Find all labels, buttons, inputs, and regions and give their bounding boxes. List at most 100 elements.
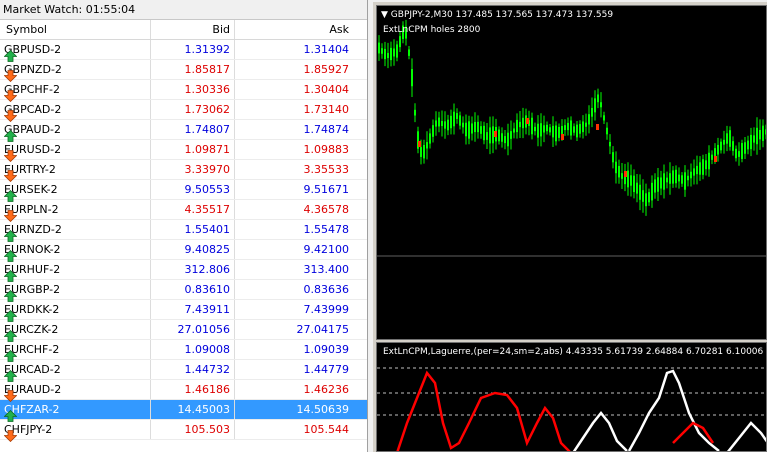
candle-body [684, 172, 686, 190]
symbol-row[interactable]: CHFZAR-2 14.45003 14.50639 [0, 400, 367, 422]
bid-price: 3.33970 [184, 163, 231, 176]
candle-body [744, 142, 746, 154]
candle-body [726, 133, 728, 144]
candle-body [660, 177, 662, 189]
candle-body [393, 48, 395, 57]
symbol-row[interactable]: EURDKK-2 7.43911 7.43999 [0, 300, 367, 322]
symbol-row[interactable]: GBPUSD-2 1.31392 1.31404 [0, 40, 367, 62]
symbol-row[interactable]: EURPLN-2 4.35517 4.36578 [0, 200, 367, 222]
bid-price: 9.50553 [184, 183, 231, 196]
ask-price: 313.400 [303, 263, 350, 276]
indicator-label: ExtLnCPM,Laguerre,(per=24,sm=2,abs) 4.43… [383, 347, 767, 357]
candle-body [531, 117, 533, 135]
symbol-row[interactable]: EURCAD-2 1.44732 1.44779 [0, 360, 367, 382]
candle-body [483, 125, 485, 141]
bid-price: 312.806 [184, 263, 231, 276]
symbol-row[interactable]: EURGBP-2 0.83610 0.83636 [0, 280, 367, 302]
ask-price: 9.42100 [303, 243, 350, 256]
candle-body [438, 117, 440, 127]
candle-body [537, 123, 539, 138]
candle-body [411, 69, 413, 87]
symbol-list: GBPUSD-2 1.31392 1.31404 GBPNZD-2 1.85817 1.8… [0, 40, 367, 442]
candle-body [543, 125, 545, 133]
indicator-chart[interactable]: ExtLnCPM,Laguerre,(per=24,sm=2,abs) 4.43… [376, 342, 767, 452]
symbol-row[interactable]: EURNZD-2 1.55401 1.55478 [0, 220, 367, 242]
bid-price: 7.43911 [184, 303, 231, 316]
symbol-row[interactable]: EURNOK-2 9.40825 9.42100 [0, 240, 367, 262]
candle-body [657, 177, 659, 192]
candle-body [612, 152, 614, 163]
symbol-row[interactable]: EURHUF-2 312.806 313.400 [0, 260, 367, 282]
chart-menu-icon[interactable]: ▼ [381, 10, 388, 20]
candle-body [708, 152, 710, 170]
candle-body [609, 141, 611, 147]
ask-price: 1.74874 [303, 123, 350, 136]
bid-price: 27.01056 [177, 323, 231, 336]
candle-body [675, 169, 677, 184]
column-header-symbol[interactable]: Symbol [0, 20, 151, 39]
bid-price: 1.31392 [184, 43, 231, 56]
candle-body [423, 145, 425, 159]
candle-body [597, 94, 599, 103]
candle-body [741, 143, 743, 159]
candle-body [561, 126, 563, 134]
symbol-row[interactable]: CHFJPY-2 105.503 105.544 [0, 420, 367, 442]
market-watch-title: Market Watch: 01:55:04 [0, 0, 367, 20]
candle-body [489, 127, 491, 144]
candle-body [753, 135, 755, 143]
candle-body [642, 190, 644, 202]
ask-price: 1.31404 [303, 43, 350, 56]
symbol-row[interactable]: GBPAUD-2 1.74807 1.74874 [0, 120, 367, 142]
column-header-ask[interactable]: Ask [235, 20, 353, 39]
symbol-row[interactable]: EURUSD-2 1.09871 1.09883 [0, 140, 367, 162]
bid-price: 1.85817 [184, 63, 231, 76]
candle-body [603, 115, 605, 121]
candle-body [387, 52, 389, 59]
candle-body [480, 126, 482, 134]
signal-mark [714, 156, 717, 162]
ask-price: 27.04175 [296, 323, 350, 336]
bid-price: 1.09871 [184, 143, 231, 156]
candle-body [678, 174, 680, 182]
candle-body [621, 173, 623, 179]
candle-body [555, 125, 557, 142]
symbol-row[interactable]: EURAUD-2 1.46186 1.46236 [0, 380, 367, 402]
candle-body [468, 121, 470, 139]
symbol-row[interactable]: EURTRY-2 3.33970 3.35533 [0, 160, 367, 182]
candle-body [492, 126, 494, 144]
ask-price: 105.544 [303, 423, 350, 436]
candle-body [504, 136, 506, 144]
candle-body [396, 44, 398, 58]
candle-body [573, 126, 575, 133]
bid-price: 1.46186 [184, 383, 231, 396]
symbol-row[interactable]: GBPCAD-2 1.73062 1.73140 [0, 100, 367, 122]
candle-body [507, 132, 509, 147]
candle-body [651, 182, 653, 201]
symbol-row[interactable]: EURCHF-2 1.09008 1.09039 [0, 340, 367, 362]
ask-price: 1.44779 [303, 363, 350, 376]
candle-body [702, 159, 704, 175]
price-chart[interactable]: ▼ GBPJPY-2,M30 137.485 137.565 137.473 1… [376, 5, 767, 340]
candle-body [462, 122, 464, 128]
signal-mark [418, 141, 421, 147]
symbol-row[interactable]: EURCZK-2 27.01056 27.04175 [0, 320, 367, 342]
candle-body [486, 132, 488, 140]
candle-body [552, 125, 554, 138]
chart-header-text: GBPJPY-2,M30 137.485 137.565 137.473 137… [390, 10, 614, 20]
bid-price: 1.30336 [184, 83, 231, 96]
candle-body [696, 165, 698, 175]
symbol-row[interactable]: EURSEK-2 9.50553 9.51671 [0, 180, 367, 202]
candle-body [453, 111, 455, 127]
candle-body [378, 42, 380, 54]
column-header-bid[interactable]: Bid [151, 20, 235, 39]
candle-body [444, 121, 446, 129]
symbol-row[interactable]: GBPCHF-2 1.30336 1.30404 [0, 80, 367, 102]
candle-body [594, 98, 596, 113]
chart-header: ▼ GBPJPY-2,M30 137.485 137.565 137.473 1… [381, 10, 613, 20]
candle-body [567, 122, 569, 131]
candle-body [648, 192, 650, 203]
symbol-row[interactable]: GBPNZD-2 1.85817 1.85927 [0, 60, 367, 82]
candle-body [414, 109, 416, 116]
bid-price: 9.40825 [184, 243, 231, 256]
candle-body [540, 123, 542, 137]
